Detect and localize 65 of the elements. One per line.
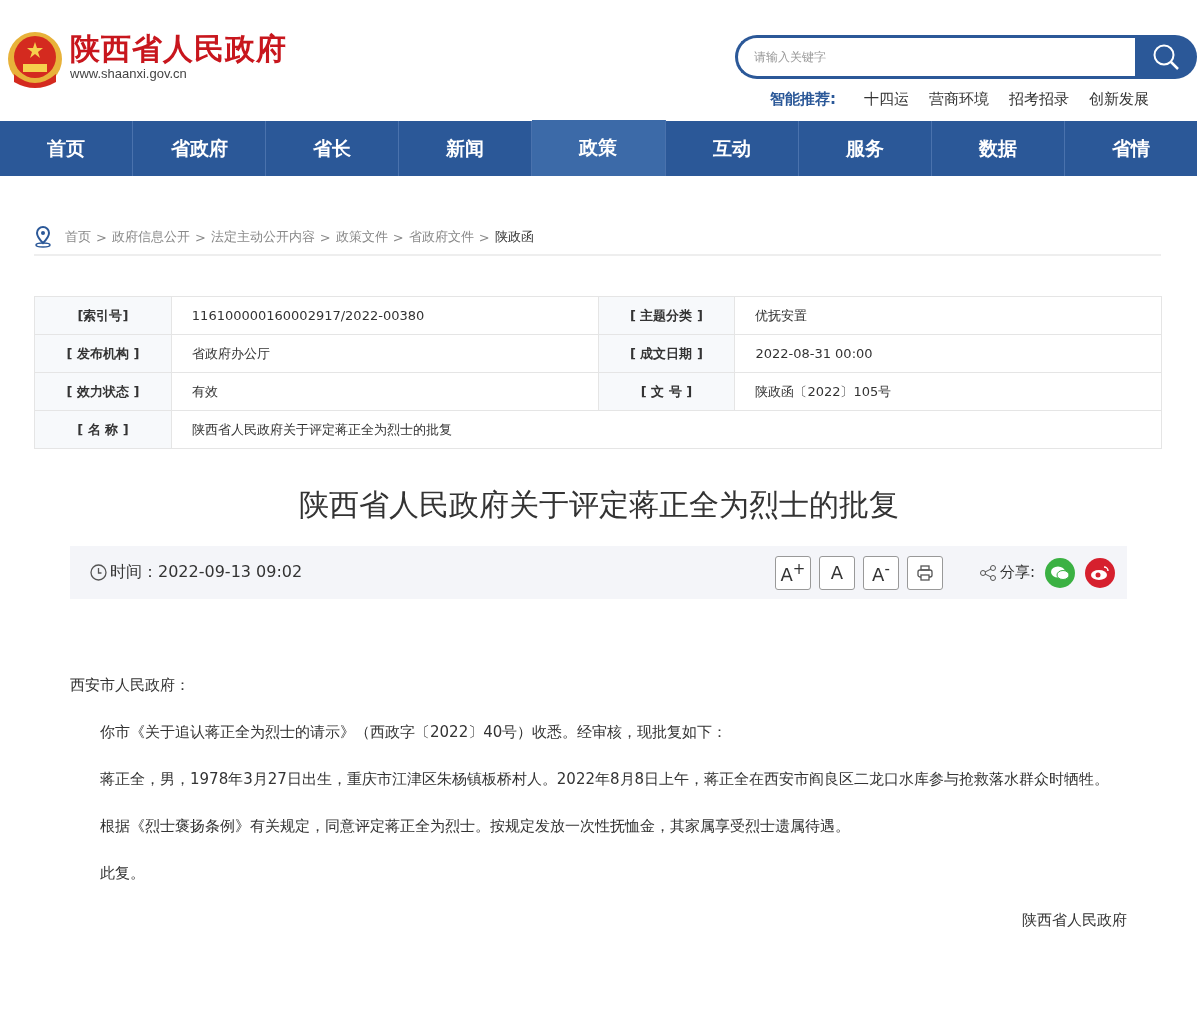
printer-icon <box>915 563 934 582</box>
info-label: [ 发布机构 ] <box>34 334 172 373</box>
nav-tab[interactable]: 服务 <box>798 121 932 176</box>
clock-icon <box>90 564 107 581</box>
article-title: 陕西省人民政府关于评定蒋正全为烈士的批复 <box>297 486 900 524</box>
info-label: [索引号] <box>34 296 172 335</box>
info-label: [ 成文日期 ] <box>598 334 735 373</box>
breadcrumb-separator: > <box>319 229 331 245</box>
print-button[interactable] <box>906 555 943 590</box>
font-size-button[interactable]: A <box>818 555 855 590</box>
paragraph: 你市《关于追认蒋正全为烈士的请示》（西政字〔2022〕40号）收悉。经审核，现批复如下： <box>99 722 729 743</box>
paragraph: 此复。 <box>99 863 146 884</box>
nav-tab[interactable]: 政策 <box>532 120 666 176</box>
signature: 陕西省人民政府 <box>1021 910 1127 931</box>
nav-tab[interactable]: 首页 <box>0 121 134 176</box>
breadcrumb-separator: > <box>96 229 107 245</box>
info-value: 陕政函〔2022〕105号 <box>734 372 1162 411</box>
info-label: [ 文 号 ] <box>598 372 735 411</box>
paragraph: 蒋正全，男，1978年3月27日出生，重庆市江津区朱杨镇板桥村人。2022年8月8日上午，蒋正全在西安市阎良区二龙口水库参与抢救落水群众时牺牲。 <box>99 769 1111 790</box>
nav-tab[interactable]: 省政府 <box>133 121 267 176</box>
chat-bubbles-icon <box>1050 564 1070 581</box>
breadcrumb-link[interactable]: 政府信息公开 <box>111 228 190 246</box>
info-value: 优抚安置 <box>734 296 1162 335</box>
info-value: 116100000160002917/2022-00380 <box>171 296 599 335</box>
info-value: 有效 <box>171 372 599 411</box>
share-label: 分享: <box>999 563 1035 582</box>
site-url: www.shaanxi.gov.cn <box>70 66 188 81</box>
info-value: 省政府办公厅 <box>171 334 599 373</box>
info-value: 2022-08-31 00:00 <box>734 334 1162 373</box>
breadcrumb-link[interactable]: 首页 <box>65 228 91 246</box>
nav-tab[interactable]: 数据 <box>931 121 1065 176</box>
breadcrumb-separator: > <box>194 229 206 245</box>
nav-tab[interactable]: 互动 <box>665 121 799 176</box>
font-size-button[interactable]: A$^{-}$ <box>862 555 899 590</box>
weibo-share-button[interactable] <box>1085 557 1115 588</box>
site-name: 陕西省人民政府 <box>70 30 287 68</box>
recommend-link[interactable]: 十四运 <box>864 89 909 109</box>
wechat-share-button[interactable] <box>1045 557 1075 588</box>
recommend-label: 智能推荐: <box>770 89 836 109</box>
recommend-link[interactable]: 营商环境 <box>929 89 989 109</box>
info-value: 陕西省人民政府关于评定蒋正全为烈士的批复 <box>171 410 1162 449</box>
breadcrumb-separator: > <box>478 229 490 245</box>
info-label: [ 主题分类 ] <box>598 296 735 335</box>
search-field[interactable]: 请输入关键字 <box>735 35 1135 79</box>
eye-logo-icon <box>1090 564 1110 581</box>
search-icon <box>1152 43 1180 71</box>
salutation: 西安市人民政府： <box>70 675 191 696</box>
recommend-link[interactable]: 招考招录 <box>1009 89 1069 109</box>
breadcrumb-separator: > <box>392 229 404 245</box>
search-button[interactable] <box>1135 35 1197 79</box>
info-label: [ 效力状态 ] <box>34 372 172 411</box>
share-icon <box>978 563 997 582</box>
nav-tab[interactable]: 省情 <box>1064 121 1197 176</box>
recommend-link[interactable]: 创新发展 <box>1089 89 1149 109</box>
breadcrumb-link[interactable]: 陕政函 <box>494 228 534 246</box>
publish-time: 时间：2022-09-13 09:02 <box>110 562 303 583</box>
font-size-button[interactable]: A$^{+}$ <box>774 555 811 590</box>
nav-tab[interactable]: 省长 <box>266 121 400 176</box>
info-label: [ 名 称 ] <box>34 410 172 449</box>
breadcrumb-link[interactable]: 法定主动公开内容 <box>210 228 315 246</box>
emblem-icon <box>6 30 64 90</box>
paragraph: 根据《烈士褒扬条例》有关规定，同意评定蒋正全为烈士。按规定发放一次性抚恤金，其家属享受烈士遗属待遇。 <box>99 816 851 837</box>
location-pin-icon <box>34 226 52 248</box>
breadcrumb-link[interactable]: 政策文件 <box>335 228 388 246</box>
breadcrumb-link[interactable]: 省政府文件 <box>408 228 474 246</box>
